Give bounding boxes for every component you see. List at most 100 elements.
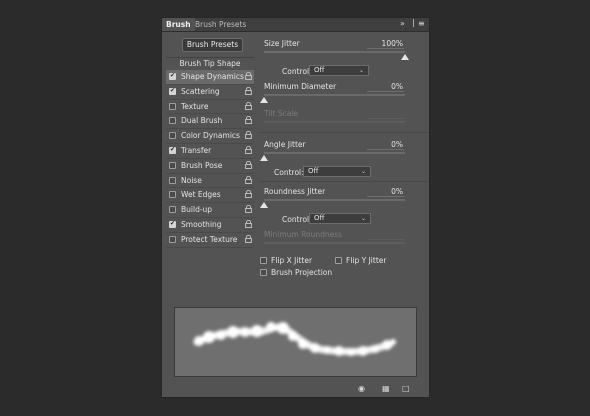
checkbox[interactable] — [169, 235, 176, 243]
angle-jitter-value[interactable]: 0% — [391, 140, 403, 149]
size-jitter-control-value: Off — [314, 66, 325, 74]
checkbox[interactable] — [169, 102, 176, 110]
panel-menu-icon[interactable]: ≡ — [418, 19, 425, 28]
brush-panel: Brush Brush Presets » | ≡ Brush Presets … — [161, 17, 430, 398]
size-jitter-value[interactable]: 100% — [382, 39, 403, 48]
size-jitter-control-label: Control: — [282, 67, 312, 76]
minimum-diameter-slider[interactable] — [264, 94, 405, 96]
roundness-jitter-value[interactable]: 0% — [391, 187, 403, 196]
minimum-roundness-label: Minimum Roundness — [264, 230, 343, 239]
list-item-label: Dual Brush — [181, 116, 223, 126]
lock-icon[interactable] — [245, 190, 252, 199]
brush-setting-protect-texture[interactable]: Protect Texture — [166, 233, 254, 248]
list-item-label: Noise — [181, 175, 202, 185]
panel-bottom-bar: ◉ ▦ □ — [162, 381, 429, 397]
tab-brush[interactable]: Brush — [162, 18, 195, 31]
lock-icon[interactable] — [245, 219, 252, 228]
brush-settings-list: Shape Dynamics Scattering Texture Dual Brus… — [166, 70, 254, 248]
angle-jitter-slider[interactable] — [264, 152, 405, 154]
flip-x-jitter-label: Flip X Jitter — [271, 256, 313, 265]
list-item-label: Shape Dynamics — [181, 72, 244, 81]
angle-jitter-control-select[interactable]: Off ⌄ — [303, 166, 371, 177]
brush-stroke-preview-image — [193, 322, 396, 356]
checkbox[interactable] — [169, 161, 176, 169]
brush-setting-color-dynamics[interactable]: Color Dynamics — [166, 129, 254, 144]
checkbox[interactable] — [169, 191, 176, 199]
lock-icon[interactable] — [245, 175, 252, 184]
brush-setting-brush-pose[interactable]: Brush Pose — [166, 159, 254, 174]
brush-setting-build-up[interactable]: Build-up — [166, 203, 254, 218]
size-jitter-label: Size Jitter — [264, 39, 300, 48]
brush-setting-wet-edges[interactable]: Wet Edges — [166, 188, 254, 204]
checkbox[interactable] — [169, 206, 176, 214]
checkbox[interactable] — [169, 132, 176, 140]
checkbox[interactable] — [169, 72, 176, 80]
brush-setting-scattering[interactable]: Scattering — [166, 85, 254, 100]
angle-jitter-label: Angle Jitter — [264, 140, 306, 149]
list-item-label: Texture — [181, 101, 209, 111]
list-item-label: Protect Texture — [181, 234, 238, 244]
roundness-jitter-label: Roundness Jitter — [264, 187, 326, 196]
minimum-roundness-slider — [264, 242, 405, 244]
flip-y-jitter-checkbox[interactable] — [335, 257, 342, 264]
brush-setting-noise[interactable]: Noise — [166, 174, 254, 189]
lock-icon[interactable] — [245, 131, 252, 140]
chevron-down-icon: ⌄ — [358, 67, 364, 74]
roundness-jitter-slider-thumb[interactable] — [260, 202, 268, 208]
chevron-down-icon: ⌄ — [360, 215, 366, 222]
size-jitter-slider[interactable] — [264, 51, 405, 53]
size-jitter-control-select[interactable]: Off ⌄ — [309, 65, 369, 76]
collapse-icon[interactable]: » — [400, 19, 405, 28]
angle-jitter-slider-thumb[interactable] — [260, 155, 268, 161]
minimum-diameter-slider-thumb[interactable] — [260, 97, 268, 103]
checkbox[interactable] — [169, 117, 176, 125]
chevron-down-icon: ⌄ — [360, 168, 366, 175]
toggle-live-tip-icon[interactable]: ◉ — [358, 384, 365, 393]
lock-icon[interactable] — [245, 116, 252, 125]
brush-projection-label: Brush Projection — [271, 268, 333, 277]
angle-jitter-control-label: Control: — [274, 168, 304, 177]
checkbox[interactable] — [169, 87, 176, 95]
checkbox[interactable] — [169, 176, 176, 184]
lock-icon[interactable] — [245, 101, 252, 110]
brush-setting-shape-dynamics[interactable]: Shape Dynamics — [166, 70, 254, 85]
brush-setting-texture[interactable]: Texture — [166, 100, 254, 115]
brush-setting-smoothing[interactable]: Smoothing — [166, 218, 254, 233]
brush-setting-dual-brush[interactable]: Dual Brush — [166, 114, 254, 130]
brush-preview-grid-icon[interactable]: ▦ — [382, 384, 390, 393]
lock-icon[interactable] — [245, 160, 252, 169]
minimum-diameter-value[interactable]: 0% — [391, 82, 403, 91]
checkbox[interactable] — [169, 220, 176, 228]
list-item-label: Build-up — [181, 205, 213, 215]
tab-brush-presets[interactable]: Brush Presets — [191, 18, 250, 31]
brush-presets-button[interactable]: Brush Presets — [182, 38, 243, 52]
angle-jitter-value-underline — [367, 149, 404, 150]
roundness-jitter-control-value: Off — [314, 214, 325, 222]
list-item-label: Transfer — [181, 145, 212, 155]
roundness-jitter-slider[interactable] — [264, 199, 405, 201]
tilt-scale-value-underline — [367, 118, 404, 119]
lock-icon[interactable] — [245, 205, 252, 214]
size-jitter-slider-thumb[interactable] — [401, 54, 409, 60]
brush-stroke-preview — [174, 307, 417, 377]
section-divider — [259, 132, 429, 133]
angle-jitter-control-value: Off — [308, 167, 319, 175]
tilt-scale-label: Tilt Scale — [264, 109, 299, 118]
tilt-scale-slider — [264, 121, 405, 123]
divider-icon: | — [412, 18, 415, 27]
create-new-brush-icon[interactable]: □ — [402, 384, 410, 393]
roundness-jitter-control-select[interactable]: Off ⌄ — [309, 213, 371, 224]
lock-icon[interactable] — [245, 145, 252, 154]
list-item-label: Smoothing — [181, 219, 222, 229]
flip-x-jitter-checkbox[interactable] — [260, 257, 267, 264]
lock-icon[interactable] — [245, 71, 252, 80]
lock-icon[interactable] — [245, 86, 252, 95]
minimum-diameter-label: Minimum Diameter — [264, 82, 337, 91]
checkbox[interactable] — [169, 146, 176, 154]
brush-setting-transfer[interactable]: Transfer — [166, 144, 254, 159]
brush-tip-shape-item[interactable]: Brush Tip Shape — [166, 57, 254, 71]
lock-icon[interactable] — [245, 234, 252, 243]
list-item-label: Wet Edges — [181, 190, 221, 200]
list-item-label: Color Dynamics — [181, 131, 240, 141]
brush-projection-checkbox[interactable] — [260, 269, 267, 276]
